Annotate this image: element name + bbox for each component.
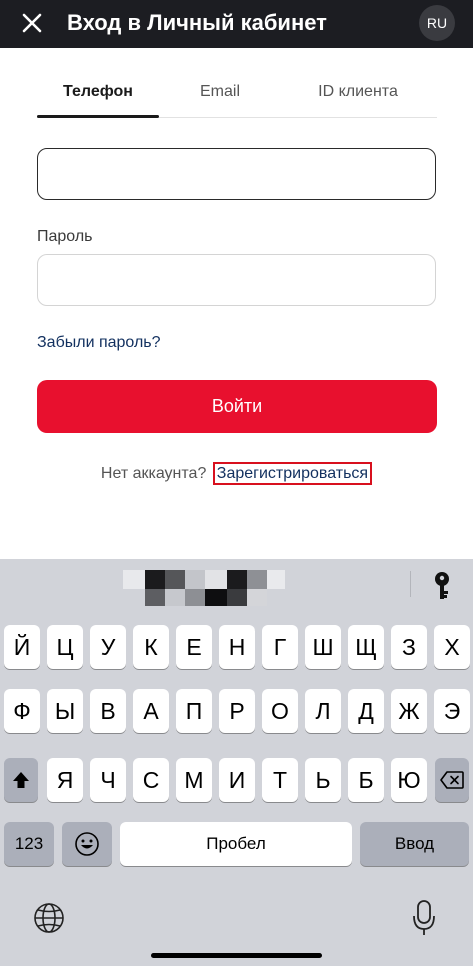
- key-letter[interactable]: Ф: [4, 689, 40, 733]
- emoji-icon: [75, 832, 99, 856]
- login-button[interactable]: Войти: [37, 380, 437, 433]
- key-letter[interactable]: Щ: [348, 625, 384, 669]
- enter-key[interactable]: Ввод: [360, 822, 469, 866]
- key-letter[interactable]: Е: [176, 625, 212, 669]
- key-letter[interactable]: Г: [262, 625, 298, 669]
- suggestion-bar: [0, 559, 473, 607]
- backspace-key[interactable]: [435, 758, 469, 802]
- key-letter[interactable]: М: [176, 758, 212, 802]
- key-letter[interactable]: Л: [305, 689, 341, 733]
- app-header: Вход в Личный кабинет RU: [0, 0, 473, 48]
- key-letter[interactable]: Э: [434, 689, 470, 733]
- key-letter[interactable]: Й: [4, 625, 40, 669]
- backspace-icon: [440, 771, 464, 789]
- key-letter[interactable]: Ь: [305, 758, 341, 802]
- on-screen-keyboard: Й Ц У К Е Н Г Ш Щ З Х Ф Ы В А П Р О Л Д …: [0, 559, 473, 966]
- emoji-key[interactable]: [62, 822, 112, 866]
- key-letter[interactable]: Д: [348, 689, 384, 733]
- shift-icon: [13, 772, 29, 788]
- password-input[interactable]: [37, 254, 436, 306]
- forgot-password-link[interactable]: Забыли пароль?: [37, 334, 161, 352]
- key-letter[interactable]: А: [133, 689, 169, 733]
- key-letter[interactable]: Ж: [391, 689, 427, 733]
- key-icon[interactable]: [431, 571, 453, 601]
- tab-client-id[interactable]: ID клиента: [291, 74, 425, 118]
- key-letter[interactable]: Ы: [47, 689, 83, 733]
- suggestion-divider: [410, 571, 411, 597]
- numbers-key[interactable]: 123: [4, 822, 54, 866]
- login-method-tabs: Телефон Email ID клиента: [37, 74, 437, 118]
- key-letter[interactable]: Х: [434, 625, 470, 669]
- close-icon[interactable]: [18, 9, 46, 37]
- key-letter[interactable]: Ю: [391, 758, 427, 802]
- no-account-text: Нет аккаунта?: [100, 465, 207, 482]
- microphone-icon[interactable]: [412, 899, 436, 937]
- key-letter[interactable]: У: [90, 625, 126, 669]
- key-letter[interactable]: Ш: [305, 625, 341, 669]
- space-key[interactable]: Пробел: [120, 822, 352, 866]
- home-indicator[interactable]: [151, 953, 322, 958]
- globe-icon[interactable]: [32, 901, 66, 935]
- tab-phone[interactable]: Телефон: [37, 74, 159, 118]
- register-link[interactable]: Зарегистрироваться: [212, 462, 373, 485]
- page-title: Вход в Личный кабинет: [67, 10, 327, 35]
- password-label: Пароль: [37, 228, 93, 245]
- register-row: Нет аккаунта? Зарегистрироваться: [0, 462, 473, 485]
- key-letter[interactable]: Р: [219, 689, 255, 733]
- key-letter[interactable]: З: [391, 625, 427, 669]
- key-letter[interactable]: К: [133, 625, 169, 669]
- key-letter[interactable]: О: [262, 689, 298, 733]
- key-letter[interactable]: Т: [262, 758, 298, 802]
- key-letter[interactable]: В: [90, 689, 126, 733]
- shift-key[interactable]: [4, 758, 38, 802]
- key-letter[interactable]: Я: [47, 758, 83, 802]
- key-letter[interactable]: Ц: [47, 625, 83, 669]
- key-letter[interactable]: П: [176, 689, 212, 733]
- language-button[interactable]: RU: [419, 5, 455, 41]
- key-letter[interactable]: И: [219, 758, 255, 802]
- active-tab-indicator: [37, 115, 159, 118]
- tab-email[interactable]: Email: [159, 74, 281, 118]
- key-letter[interactable]: Н: [219, 625, 255, 669]
- phone-input[interactable]: [37, 148, 436, 200]
- key-letter[interactable]: С: [133, 758, 169, 802]
- key-letter[interactable]: Ч: [90, 758, 126, 802]
- key-letter[interactable]: Б: [348, 758, 384, 802]
